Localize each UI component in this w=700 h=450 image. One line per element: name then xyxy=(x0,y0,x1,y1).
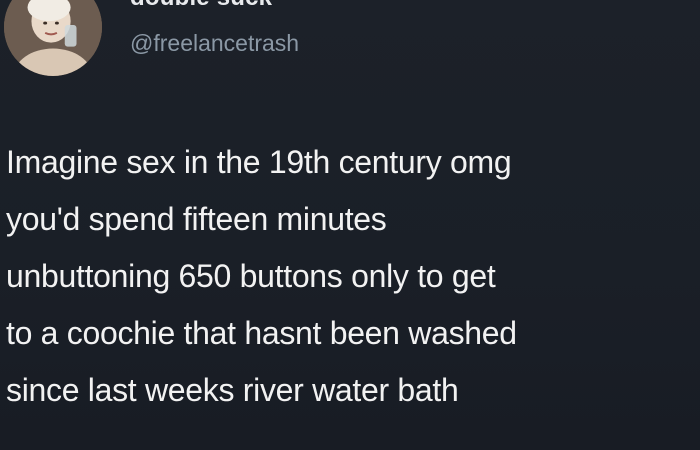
tweet-text-line: since last weeks river water bath xyxy=(6,372,459,408)
user-handle[interactable]: @freelancetrash xyxy=(130,30,299,57)
tweet-text-line: Imagine sex in the 19th century omg xyxy=(6,144,512,180)
tweet-text-line: to a coochie that hasnt been washed xyxy=(6,315,517,351)
profile-photo-icon xyxy=(4,0,102,76)
display-name[interactable]: double suck xyxy=(130,0,272,12)
tweet-text: Imagine sex in the 19th century omg you'… xyxy=(6,134,696,419)
tweet-text-line: you'd spend fifteen minutes xyxy=(6,201,387,237)
tweet-text-line: unbuttoning 650 buttons only to get xyxy=(6,258,496,294)
tweet-card: double suck @freelancetrash Imagine sex … xyxy=(0,0,700,450)
avatar[interactable] xyxy=(4,0,102,76)
